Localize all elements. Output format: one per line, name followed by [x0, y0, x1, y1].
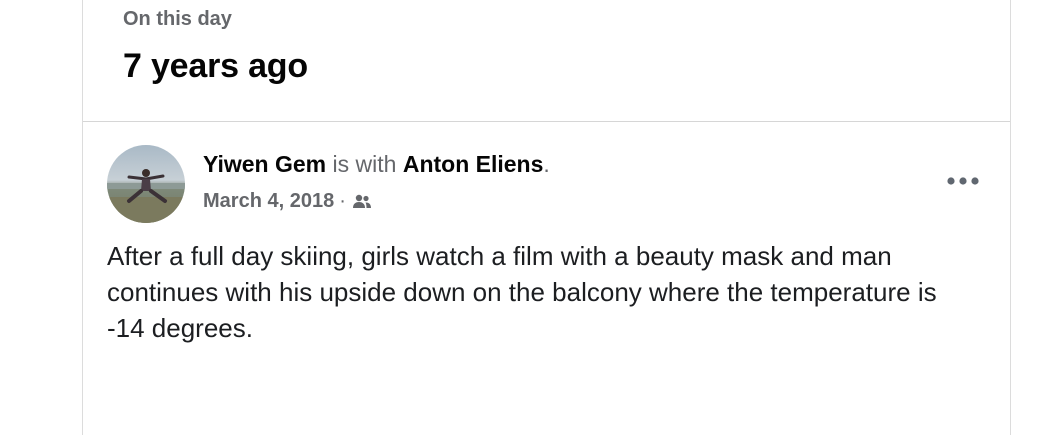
memory-kicker: On this day	[123, 8, 232, 30]
post-header: Yiwen Gem is with Anton Eliens. March 4,…	[107, 145, 987, 225]
friends-icon[interactable]	[351, 192, 373, 212]
author-name-link[interactable]: Yiwen Gem	[203, 151, 326, 177]
post-date-link[interactable]: March 4, 2018	[203, 190, 334, 213]
avatar[interactable]	[107, 145, 185, 223]
meta-separator: ·	[339, 190, 346, 212]
more-options-button[interactable]	[943, 169, 983, 193]
with-text: is with	[326, 151, 403, 177]
avatar-photo	[107, 145, 185, 223]
post-meta: March 4, 2018 ·	[203, 190, 373, 213]
memory-card: On this day 7 years ago Yiwen Gem is wit…	[82, 0, 1011, 435]
period-text: .	[543, 151, 550, 177]
page: On this day 7 years ago Yiwen Gem is wit…	[0, 0, 1054, 435]
author-line: Yiwen Gem is with Anton Eliens.	[203, 151, 550, 178]
memory-title: 7 years ago	[123, 47, 308, 85]
post-text: After a full day skiing, girls watch a f…	[107, 241, 937, 343]
tagged-person-link[interactable]: Anton Eliens	[403, 151, 544, 177]
memory-header: On this day 7 years ago	[83, 0, 1010, 122]
more-options-icon	[947, 177, 979, 185]
